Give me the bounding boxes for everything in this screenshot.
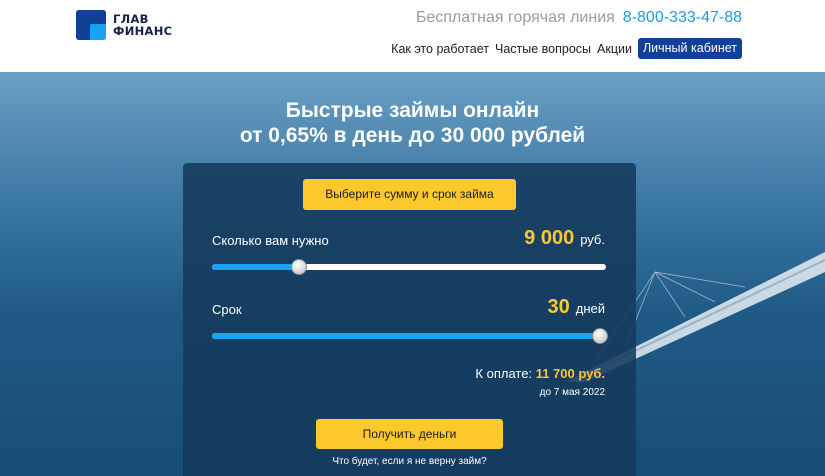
logo[interactable]: ГЛАВ ФИНАНС <box>76 10 172 40</box>
total-amount: 11 700 руб. <box>535 366 605 381</box>
amount-slider-handle[interactable] <box>290 259 307 275</box>
term-slider-fill <box>212 333 606 339</box>
personal-cabinet-button[interactable]: Личный кабинет <box>637 38 742 59</box>
hero-title: Быстрые займы онлайн от 0,65% в день до … <box>0 98 825 148</box>
term-unit: дней <box>575 301 605 316</box>
select-amount-term-button[interactable]: Выберите сумму и срок займа <box>303 179 516 210</box>
hero-section: Быстрые займы онлайн от 0,65% в день до … <box>0 72 825 476</box>
total-label: К оплате: <box>475 366 533 381</box>
term-label: Срок <box>212 302 242 317</box>
non-repayment-link[interactable]: Что будет, если я не верну займ? <box>183 456 636 467</box>
total-to-pay: К оплате: 11 700 руб. <box>475 366 605 381</box>
nav-faq[interactable]: Частые вопросы <box>495 42 591 56</box>
due-date: до 7 мая 2022 <box>539 387 605 398</box>
hero-title-line1: Быстрые займы онлайн <box>285 99 540 122</box>
term-number: 30 <box>547 296 570 318</box>
logo-line2: ФИНАНС <box>113 24 173 38</box>
hotline: Бесплатная горячая линия 8-800-333-47-88 <box>416 9 742 27</box>
get-money-button[interactable]: Получить деньги <box>316 419 503 449</box>
amount-slider-fill <box>212 264 299 270</box>
nav-how-it-works[interactable]: Как это работает <box>391 42 489 56</box>
amount-slider[interactable] <box>212 259 606 275</box>
hero-title-line2: от 0,65% в день до 30 000 рублей <box>239 124 586 147</box>
nav-promotions[interactable]: Акции <box>597 42 632 56</box>
amount-number: 9 000 <box>524 227 575 249</box>
amount-value: 9 000 руб. <box>524 227 605 250</box>
site-header: ГЛАВ ФИНАНС Бесплатная горячая линия 8-80… <box>0 0 825 72</box>
term-value: 30 дней <box>547 296 605 319</box>
amount-unit: руб. <box>580 232 605 247</box>
top-nav: Как это работает Частые вопросы Акции Ли… <box>385 38 742 59</box>
term-slider[interactable] <box>212 328 608 344</box>
hotline-phone-link[interactable]: 8-800-333-47-88 <box>623 9 742 26</box>
logo-mark-icon <box>76 10 106 40</box>
loan-calculator: Выберите сумму и срок займа Сколько вам … <box>183 163 636 476</box>
amount-label: Сколько вам нужно <box>212 233 329 248</box>
logo-text: ГЛАВ ФИНАНС <box>113 13 172 37</box>
term-slider-handle[interactable] <box>592 328 608 344</box>
hotline-label: Бесплатная горячая линия <box>415 9 615 26</box>
